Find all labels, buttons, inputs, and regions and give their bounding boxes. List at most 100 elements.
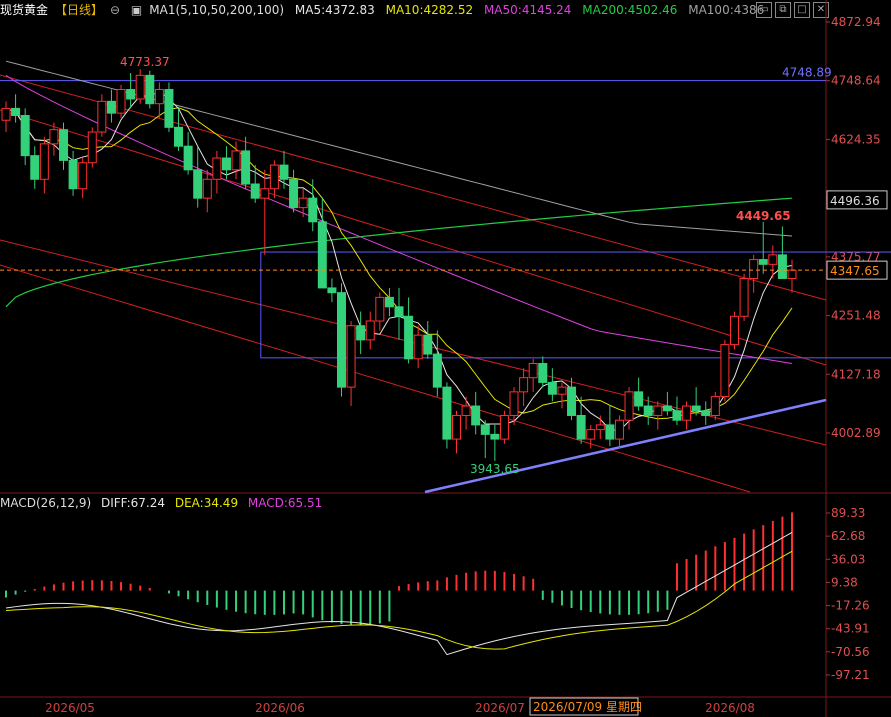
ma5-line [5, 90, 793, 432]
candle-down [480, 424, 490, 435]
macd-tick-label: 62.68 [831, 529, 865, 543]
price-tick-label: 4624.35 [831, 132, 881, 146]
candle-up [528, 363, 538, 379]
high-label: 4773.37 [120, 55, 170, 69]
candle-down [471, 405, 481, 426]
macd-header: MACD(26,12,9) DIFF:67.24 DEA:34.49 MACD:… [0, 496, 328, 510]
candle-down [11, 107, 21, 117]
candle-down [634, 391, 644, 407]
candle-down [68, 159, 78, 190]
low-label: 3943.65 [470, 462, 520, 476]
candle-up [154, 89, 164, 105]
price-tick-label: 4127.18 [831, 367, 881, 381]
price-tick-label: 4251.48 [831, 309, 881, 323]
candle-up [768, 254, 778, 265]
candle-up [509, 391, 519, 416]
candle-down [404, 315, 414, 360]
resistance-label: 4748.89 [782, 66, 832, 80]
candle-down [145, 74, 155, 105]
candle-up [653, 405, 663, 416]
candle-down [327, 287, 337, 294]
candle-up [116, 89, 126, 114]
candle-up [461, 405, 471, 416]
candle-up [346, 325, 356, 388]
level-label: 4496.36 [830, 194, 880, 208]
candle-up [452, 414, 462, 440]
candle-up [49, 129, 59, 145]
candle-up [557, 386, 567, 395]
candle-down [643, 405, 653, 416]
macd-value: MACD:65.51 [247, 496, 323, 510]
candle-up [78, 162, 88, 190]
candle-up [135, 74, 145, 100]
date-tick-label: 2026/07 [475, 701, 525, 715]
candle-down [241, 150, 251, 185]
macd-config-label[interactable]: MACD(26,12,9) [0, 496, 91, 510]
candle-up [39, 143, 49, 180]
macd-tick-label: 89.33 [831, 506, 865, 520]
candle-down [250, 183, 260, 199]
candle-down [126, 89, 136, 100]
candle-up [375, 296, 385, 322]
candle-up [97, 100, 107, 133]
candle-up [586, 429, 596, 440]
macd-tick-label: -43.91 [831, 622, 870, 636]
candle-up [413, 334, 423, 360]
candle-down [279, 164, 289, 180]
candle-down [106, 100, 116, 114]
price-chart[interactable]: 4872.944748.644624.354500.064375.774251.… [0, 0, 891, 717]
candle-up [614, 419, 624, 440]
candle-down [317, 221, 327, 289]
candle-up [624, 391, 634, 421]
candle-down [289, 178, 299, 209]
candle-up [298, 197, 308, 209]
channel-line [0, 264, 751, 493]
candle-down [356, 325, 366, 341]
macd-tick-label: 9.38 [831, 575, 858, 589]
price-tick-label: 4002.89 [831, 426, 881, 440]
candle-down [567, 386, 577, 416]
ma10-line [5, 107, 793, 420]
candle-down [538, 363, 548, 383]
candle-up [231, 150, 241, 171]
dea-line [5, 550, 793, 650]
candle-down [672, 410, 682, 421]
recent-high-label: 4449.65 [736, 209, 791, 223]
candle-down [20, 115, 30, 157]
candle-up [787, 269, 797, 279]
candle-down [193, 169, 203, 199]
cursor-date-label: 2026/07/09 星期四 [533, 700, 642, 714]
candle-down [490, 433, 500, 440]
candle-down [221, 157, 231, 171]
candle-down [336, 292, 346, 388]
candle-up [212, 157, 222, 180]
macd-tick-label: -97.21 [831, 668, 870, 682]
candle-down [30, 155, 40, 180]
candle-down [183, 145, 193, 171]
candle-up [87, 131, 97, 164]
candle-down [758, 259, 768, 265]
candle-down [662, 405, 672, 412]
last-price-label: 4347.65 [830, 264, 880, 278]
candle-down [691, 405, 701, 412]
candle-up [720, 344, 730, 398]
macd-tick-label: -17.26 [831, 599, 870, 613]
candle-down [547, 381, 557, 395]
candle-down [442, 386, 452, 440]
candle-up [729, 315, 739, 346]
candle-up [710, 396, 720, 416]
candle-up [1, 107, 11, 121]
date-tick-label: 2026/05 [45, 701, 95, 715]
date-tick-label: 2026/06 [255, 701, 305, 715]
candle-down [423, 334, 433, 355]
diff-line [5, 531, 793, 656]
candle-up [595, 424, 605, 431]
date-tick-label: 2026/08 [705, 701, 755, 715]
candle-up [682, 405, 692, 421]
candle-down [174, 126, 184, 147]
candle-up [749, 259, 759, 279]
macd-tick-label: -70.56 [831, 645, 870, 659]
candle-down [59, 129, 69, 161]
candle-down [394, 306, 404, 317]
price-tick-label: 4872.94 [831, 15, 881, 29]
